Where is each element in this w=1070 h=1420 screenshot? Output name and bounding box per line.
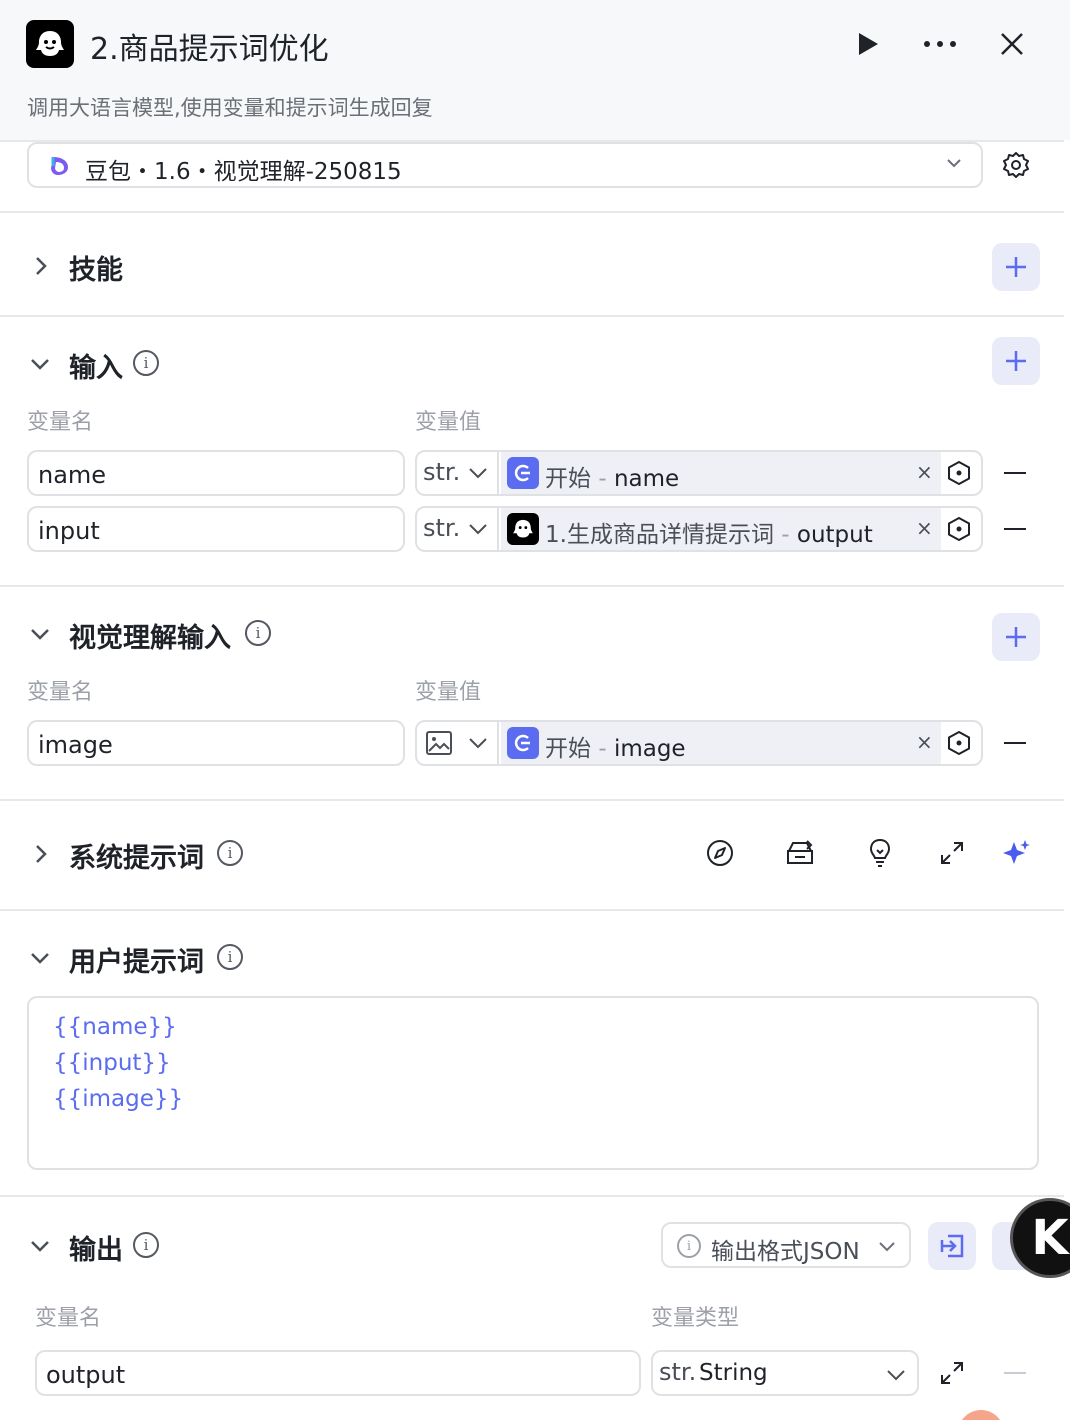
- divider: [0, 585, 1064, 587]
- llm-node-icon: [26, 20, 74, 68]
- variable-picker-icon[interactable]: [945, 459, 973, 487]
- section-title-vision-input[interactable]: 视觉理解输入: [69, 616, 231, 655]
- run-icon[interactable]: [850, 26, 886, 62]
- section-title-input[interactable]: 输入: [69, 346, 123, 385]
- chevron-down-icon: [469, 524, 487, 535]
- clear-reference-icon[interactable]: ×: [916, 516, 933, 540]
- variable-value-field[interactable]: 开始 - image ×: [415, 720, 983, 766]
- prompt-variable: {{input}}: [53, 1050, 171, 1076]
- remove-row-button[interactable]: [1004, 472, 1026, 474]
- model-name: 豆包・1.6・视觉理解-250815: [85, 159, 402, 185]
- expand-icon[interactable]: [935, 836, 969, 870]
- type-selector[interactable]: str.: [417, 452, 499, 494]
- variable-name-input[interactable]: name: [27, 450, 405, 496]
- chevron-right-icon[interactable]: [27, 840, 55, 868]
- start-node-icon: [507, 727, 539, 759]
- info-icon[interactable]: i: [245, 620, 271, 646]
- start-node-icon: [507, 457, 539, 489]
- chevron-down-icon: [887, 1370, 905, 1381]
- column-label-value: 变量值: [415, 410, 482, 435]
- type-selector[interactable]: str.: [417, 508, 499, 550]
- divider: [0, 211, 1064, 213]
- lightbulb-icon[interactable]: [863, 836, 897, 870]
- chevron-down-icon: [469, 468, 487, 479]
- user-prompt-editor[interactable]: {{name}} {{input}} {{image}}: [27, 996, 1039, 1170]
- doubao-logo-icon: [51, 157, 68, 175]
- chevron-down-icon[interactable]: [26, 1232, 54, 1260]
- column-label-name: 变量名: [27, 410, 94, 435]
- variable-reference[interactable]: 开始 - name ×: [501, 452, 941, 494]
- remove-row-button[interactable]: [1004, 1372, 1026, 1374]
- more-icon[interactable]: [922, 26, 958, 62]
- divider: [0, 799, 1064, 801]
- section-title-output[interactable]: 输出: [69, 1228, 123, 1267]
- node-description: 调用大语言模型,使用变量和提示词生成回复: [27, 96, 433, 120]
- floating-indicator: [958, 1410, 1004, 1420]
- divider: [0, 1195, 1064, 1197]
- variable-value-field[interactable]: str. 1.生成商品详情提示词 - output ×: [415, 506, 983, 552]
- chevron-down-icon[interactable]: [26, 350, 54, 378]
- divider: [0, 315, 1064, 317]
- column-label-name: 变量名: [27, 680, 94, 705]
- column-label-type: 变量类型: [651, 1306, 740, 1331]
- compass-icon[interactable]: [703, 836, 737, 870]
- add-vision-input-button[interactable]: [992, 613, 1040, 661]
- variable-value-field[interactable]: str. 开始 - name ×: [415, 450, 983, 496]
- node-header: 2.商品提示词优化 调用大语言模型,使用变量和提示词生成回复: [0, 0, 1070, 140]
- column-label-name: 变量名: [35, 1306, 102, 1331]
- column-label-value: 变量值: [415, 680, 482, 705]
- chevron-down-icon[interactable]: [26, 620, 54, 648]
- prompt-variable: {{image}}: [53, 1086, 184, 1112]
- variable-reference[interactable]: 开始 - image ×: [501, 722, 941, 764]
- clear-reference-icon[interactable]: ×: [916, 730, 933, 754]
- expand-icon[interactable]: [935, 1356, 969, 1390]
- llm-node-icon: [507, 513, 539, 545]
- variable-reference[interactable]: 1.生成商品详情提示词 - output ×: [501, 508, 941, 550]
- variable-name-input[interactable]: image: [27, 720, 405, 766]
- info-icon[interactable]: i: [217, 840, 243, 866]
- output-format-selector[interactable]: i 输出格式JSON: [661, 1222, 911, 1268]
- prompt-library-icon[interactable]: [783, 836, 817, 870]
- add-skill-button[interactable]: [992, 243, 1040, 291]
- info-icon[interactable]: i: [133, 350, 159, 376]
- ai-sparkle-icon[interactable]: [999, 836, 1033, 870]
- info-icon: i: [677, 1234, 701, 1258]
- clear-reference-icon[interactable]: ×: [916, 460, 933, 484]
- close-icon[interactable]: [994, 26, 1030, 62]
- variable-picker-icon[interactable]: [945, 515, 973, 543]
- chevron-down-icon[interactable]: [26, 944, 54, 972]
- section-title-skills[interactable]: 技能: [69, 248, 123, 287]
- info-icon[interactable]: i: [217, 944, 243, 970]
- remove-row-button[interactable]: [1004, 528, 1026, 530]
- chevron-down-icon: [947, 159, 961, 168]
- node-title[interactable]: 2.商品提示词优化: [90, 24, 329, 68]
- image-type-icon: [426, 731, 452, 755]
- chevron-right-icon[interactable]: [27, 252, 55, 280]
- remove-row-button[interactable]: [1004, 742, 1026, 744]
- import-icon[interactable]: [928, 1222, 976, 1270]
- type-selector[interactable]: [417, 722, 499, 764]
- chevron-down-icon: [469, 738, 487, 749]
- add-input-button[interactable]: [992, 337, 1040, 385]
- prompt-variable: {{name}}: [53, 1014, 177, 1040]
- output-type-selector[interactable]: str. String: [651, 1350, 919, 1396]
- gear-icon[interactable]: [998, 147, 1034, 183]
- section-title-user-prompt[interactable]: 用户提示词: [69, 940, 204, 979]
- chevron-down-icon: [879, 1242, 895, 1252]
- output-variable-name-input[interactable]: output: [35, 1350, 641, 1396]
- variable-name-input[interactable]: input: [27, 506, 405, 552]
- model-selector[interactable]: 豆包・1.6・视觉理解-250815: [27, 142, 983, 188]
- variable-picker-icon[interactable]: [945, 729, 973, 757]
- section-title-system-prompt[interactable]: 系统提示词: [69, 836, 204, 875]
- info-icon[interactable]: i: [133, 1232, 159, 1258]
- divider: [0, 909, 1064, 911]
